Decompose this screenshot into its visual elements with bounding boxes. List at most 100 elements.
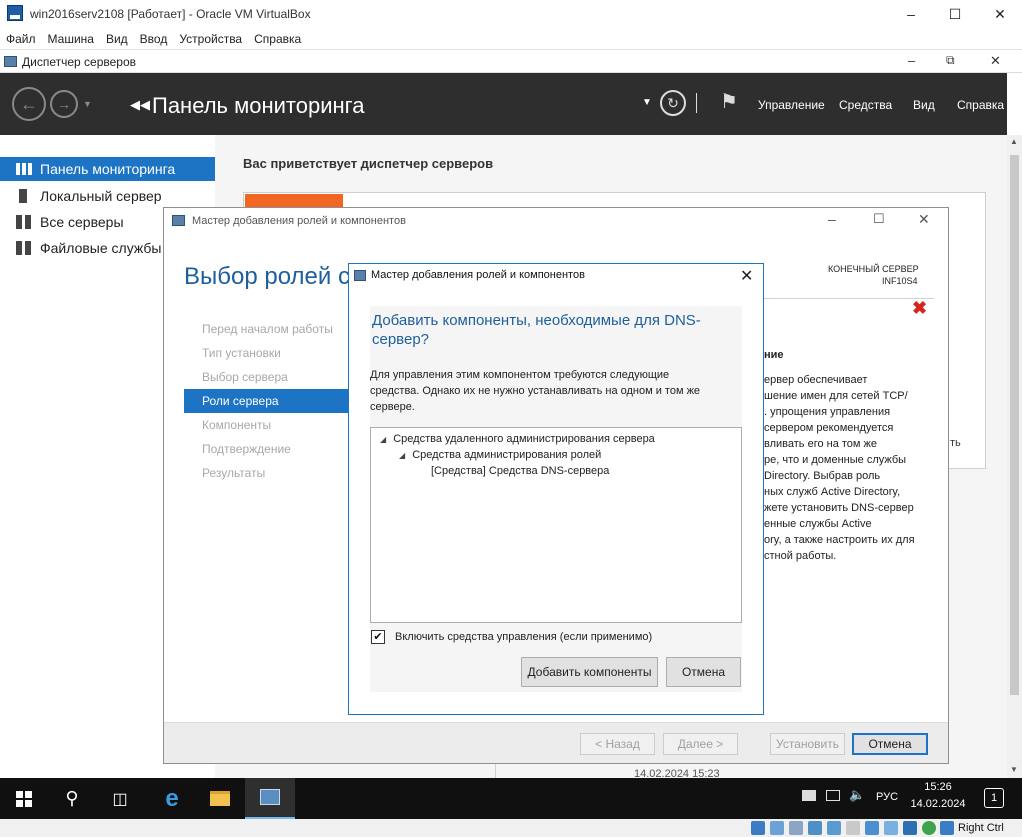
clock-date[interactable]: 14.02.2024 bbox=[910, 798, 966, 810]
error-x-icon: ✖ bbox=[912, 298, 928, 318]
menu-file[interactable]: Файл bbox=[0, 28, 42, 46]
install-button[interactable]: Установить bbox=[770, 733, 845, 755]
menu-manage[interactable]: Управление bbox=[758, 98, 825, 112]
wizard-cancel-button[interactable]: Отмена bbox=[852, 733, 928, 755]
wizard-step-features: Компоненты bbox=[202, 418, 272, 432]
dialog-window-title: Мастер добавления ролей и компонентов bbox=[371, 269, 585, 281]
tree-item-role-admin-tools[interactable]: ◢ Средства администрирования ролей bbox=[399, 449, 601, 461]
required-features-tree[interactable]: ◢ Средства удаленного администрирования … bbox=[370, 427, 742, 623]
network-icon[interactable] bbox=[826, 790, 840, 801]
video-capture-icon[interactable] bbox=[884, 821, 898, 835]
minimize-button[interactable]: – bbox=[888, 0, 934, 28]
previous-button[interactable]: < Назад bbox=[580, 733, 655, 755]
sidebar-item-local-server[interactable]: Локальный сервер bbox=[0, 184, 215, 208]
shared-folders-icon[interactable] bbox=[846, 821, 860, 835]
menu-view[interactable]: Вид bbox=[913, 98, 935, 112]
dropdown-arrow-icon[interactable]: ▼ bbox=[642, 97, 652, 108]
menu-input[interactable]: Ввод bbox=[134, 28, 174, 46]
include-management-tools-label: Включить средства управления (если приме… bbox=[395, 631, 653, 643]
menu-tools[interactable]: Средства bbox=[839, 98, 892, 112]
wizard-close-button[interactable]: ✕ bbox=[918, 211, 930, 228]
power-icon[interactable] bbox=[802, 790, 816, 801]
refresh-icon[interactable]: ↻ bbox=[660, 90, 686, 116]
next-button[interactable]: Далее > bbox=[663, 733, 738, 755]
start-button[interactable] bbox=[0, 778, 48, 819]
vbox-menubar: Файл Машина Вид Ввод Устройства Справка bbox=[0, 28, 1022, 50]
dashboard-icon bbox=[16, 163, 32, 175]
notifications-flag-icon[interactable]: ⚑ bbox=[720, 89, 738, 114]
hard-disk-icon[interactable] bbox=[751, 821, 765, 835]
sidebar-item-label: Локальный сервер bbox=[40, 188, 162, 204]
add-features-button[interactable]: Добавить компоненты bbox=[521, 657, 658, 687]
server-manager-header: ◀◀ Панель мониторинга ▼ ↻ ⚑ Управление С… bbox=[0, 73, 1007, 135]
wizard-maximize-button[interactable]: ☐ bbox=[873, 211, 885, 227]
close-button[interactable]: ✕ bbox=[977, 0, 1022, 28]
notification-center-icon[interactable]: 1 bbox=[984, 788, 1004, 808]
usb-icon[interactable] bbox=[827, 821, 841, 835]
server-manager-taskbar-icon bbox=[260, 789, 280, 805]
dialog-heading-continued: сервер? bbox=[372, 331, 430, 348]
tree-item-remote-admin-tools[interactable]: ◢ Средства удаленного администрирования … bbox=[380, 433, 655, 445]
sm-close-button[interactable]: ✕ bbox=[990, 53, 1001, 69]
internet-explorer-icon[interactable]: e bbox=[148, 778, 196, 819]
display-icon[interactable] bbox=[865, 821, 879, 835]
menu-machine[interactable]: Машина bbox=[42, 28, 100, 46]
history-dropdown-icon[interactable]: ▼ bbox=[83, 99, 92, 109]
sm-restore-button[interactable]: ⧉ bbox=[946, 53, 955, 68]
guest-additions-icon[interactable] bbox=[922, 821, 936, 835]
language-indicator[interactable]: РУС bbox=[876, 791, 898, 803]
scrollbar-thumb[interactable] bbox=[1010, 155, 1019, 695]
task-view-icon[interactable]: ◫ bbox=[96, 778, 144, 819]
role-description-line: енные службы Active bbox=[764, 518, 872, 530]
server-manager-icon bbox=[4, 56, 17, 67]
role-description-line: ервер обеспечивает bbox=[764, 374, 868, 386]
optical-drive-icon[interactable] bbox=[770, 821, 784, 835]
search-icon[interactable]: ⚲ bbox=[48, 778, 96, 819]
virtualbox-logo-icon bbox=[7, 5, 23, 21]
vertical-scrollbar[interactable]: ▲ ▼ bbox=[1007, 135, 1022, 778]
wizard-step-server-roles[interactable]: Роли сервера bbox=[184, 389, 348, 413]
menu-view[interactable]: Вид bbox=[100, 28, 134, 46]
wizard-step-confirmation: Подтверждение bbox=[202, 442, 291, 456]
header-divider bbox=[696, 93, 697, 113]
clock-time[interactable]: 15:26 bbox=[910, 781, 966, 793]
wizard-step-server-selection: Выбор сервера bbox=[202, 370, 288, 384]
sidebar-item-label: Панель мониторинга bbox=[40, 161, 176, 177]
maximize-button[interactable]: ☐ bbox=[932, 0, 978, 28]
dialog-body-text: сервере. bbox=[370, 401, 415, 413]
back-arrow-icon[interactable]: ← bbox=[12, 87, 46, 121]
sm-minimize-button[interactable]: – bbox=[908, 53, 915, 68]
server-manager-taskbar-button[interactable] bbox=[245, 778, 295, 819]
forward-arrow-icon[interactable]: → bbox=[50, 90, 78, 118]
scroll-down-icon[interactable]: ▼ bbox=[1010, 765, 1018, 774]
network-adapter-icon[interactable] bbox=[808, 821, 822, 835]
vbox-window-title: win2016serv2108 [Работает] - Oracle VM V… bbox=[30, 7, 311, 21]
scroll-up-icon[interactable]: ▲ bbox=[1010, 137, 1018, 146]
dialog-cancel-button[interactable]: Отмена bbox=[666, 657, 741, 687]
dialog-close-button[interactable]: ✕ bbox=[740, 266, 753, 286]
menu-help[interactable]: Справка bbox=[957, 98, 1004, 112]
notification-count: 1 bbox=[990, 792, 998, 804]
wizard-window-title: Мастер добавления ролей и компонентов bbox=[192, 215, 406, 227]
audio-icon[interactable] bbox=[789, 821, 803, 835]
menu-devices[interactable]: Устройства bbox=[173, 28, 248, 46]
role-description-line: сервером рекомендуется bbox=[764, 422, 894, 434]
wizard-minimize-button[interactable]: – bbox=[828, 211, 836, 227]
menu-help[interactable]: Справка bbox=[248, 28, 307, 46]
cpu-icon[interactable] bbox=[903, 821, 917, 835]
collapse-triangle-icon[interactable]: ◢ bbox=[399, 451, 405, 460]
dialog-body-text: Для управления этим компонентом требуютс… bbox=[370, 369, 670, 381]
tree-item-dns-server-tools[interactable]: [Средства] Средства DNS-сервера bbox=[431, 465, 609, 477]
file-explorer-icon[interactable] bbox=[196, 778, 244, 819]
partial-link-text: ть bbox=[950, 437, 961, 449]
destination-server-label: КОНЕЧНЫЙ СЕРВЕР bbox=[828, 264, 919, 274]
dialog-icon bbox=[354, 270, 366, 281]
windows-logo-icon bbox=[16, 790, 32, 807]
wizard-step-installation-type: Тип установки bbox=[202, 346, 281, 360]
volume-muted-icon[interactable]: 🔈 bbox=[849, 787, 865, 803]
include-management-tools-checkbox[interactable]: ✔ bbox=[371, 630, 385, 644]
sidebar-item-dashboard[interactable]: Панель мониторинга bbox=[0, 157, 215, 181]
keyboard-capture-icon[interactable] bbox=[940, 821, 954, 835]
collapse-triangle-icon[interactable]: ◢ bbox=[380, 435, 386, 444]
role-description-line: ных служб Active Directory, bbox=[764, 486, 901, 498]
